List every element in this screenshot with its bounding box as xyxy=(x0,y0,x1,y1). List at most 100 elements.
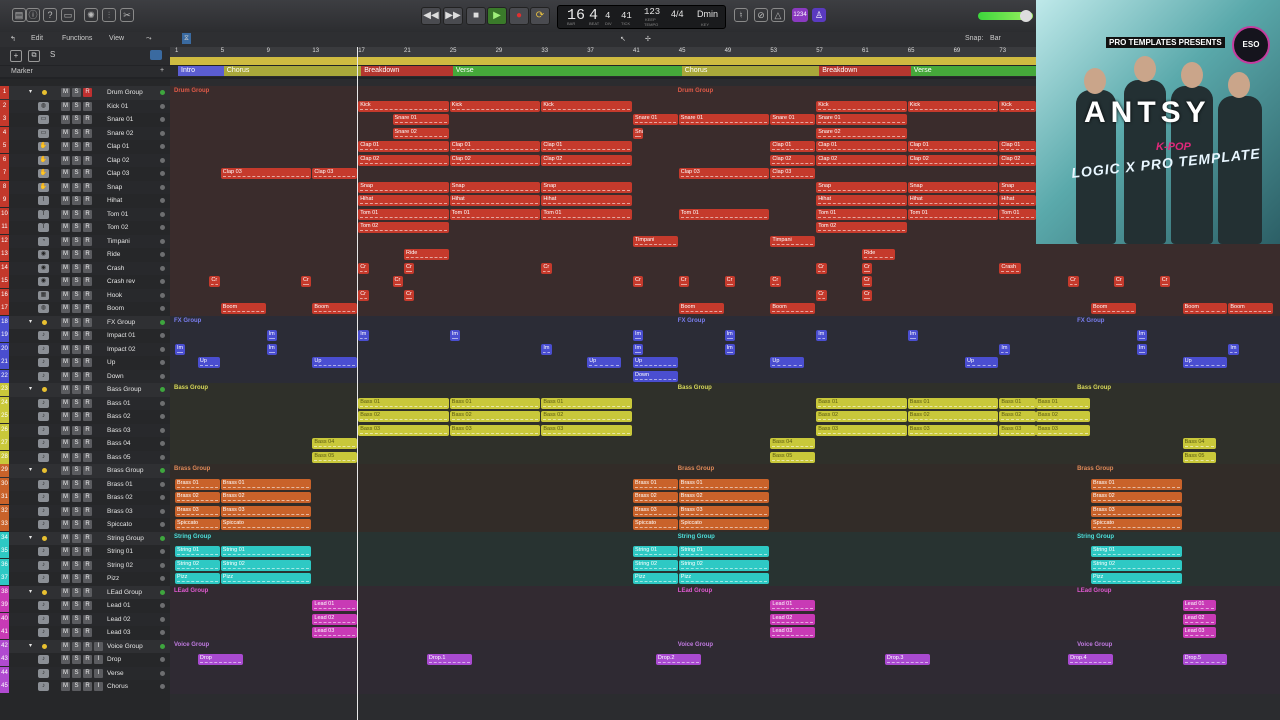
record-button[interactable]: R xyxy=(83,128,92,138)
mute-button[interactable]: M xyxy=(61,614,70,624)
region-brass03[interactable]: Brass 03 xyxy=(678,505,770,517)
track-header[interactable]: 32 ♪ M S R Brass 03 xyxy=(0,504,170,518)
track-header[interactable]: 11 T M S R Tom 02 xyxy=(0,221,170,235)
solo-button[interactable]: S xyxy=(72,250,81,259)
arrange-area[interactable]: Drum Group Drum Group FX Group FX Group Bass… xyxy=(170,79,1036,720)
solo-button[interactable]: S xyxy=(72,344,81,354)
solo-button[interactable]: S xyxy=(72,574,81,583)
editors-icon[interactable]: ✂ xyxy=(120,8,134,22)
functions-menu[interactable]: Functions xyxy=(62,35,92,42)
region-tom02[interactable]: Tom 02 xyxy=(816,222,907,233)
region-im[interactable]: Im xyxy=(633,330,644,341)
solo-button[interactable]: S xyxy=(72,614,81,624)
record-button[interactable]: R xyxy=(83,277,92,286)
solo-button[interactable]: S xyxy=(72,128,81,138)
region-tom01[interactable]: Tom 01 xyxy=(541,208,632,220)
region-hihat[interactable]: Hihat xyxy=(907,195,999,206)
region-pizz[interactable]: Pizz xyxy=(1091,573,1182,584)
solo-button[interactable]: S xyxy=(72,628,81,637)
track-header[interactable]: 5 ✋ M S R Clap 01 xyxy=(0,140,170,154)
record-button[interactable]: R xyxy=(83,263,92,273)
solo-button[interactable]: S xyxy=(72,304,81,313)
region-cr[interactable]: Cr xyxy=(724,276,736,287)
input-monitor-button[interactable]: I xyxy=(94,668,103,678)
solo-button[interactable]: S xyxy=(72,209,81,219)
region-bass01[interactable]: Bass 01 xyxy=(816,397,907,409)
track-header[interactable]: 14 ◉ M S R Crash xyxy=(0,261,170,275)
track-header[interactable]: 43 ♪ M S R I Drop xyxy=(0,653,170,667)
marker-track[interactable]: Intro Chorus Breakdown Verse Chorus Breakdown… xyxy=(170,66,1036,77)
record-button[interactable]: R xyxy=(83,290,92,300)
region-tom01[interactable]: Tom 01 xyxy=(816,208,907,220)
track-header[interactable]: 27 ♪ M S R Bass 04 xyxy=(0,437,170,451)
region-im[interactable]: Im xyxy=(1136,330,1148,341)
solo-button[interactable]: S xyxy=(72,587,81,597)
mute-button[interactable]: M xyxy=(61,304,70,313)
region-up[interactable]: Up xyxy=(633,357,678,368)
region-snap[interactable]: Snap xyxy=(999,181,1036,193)
region-bass02[interactable]: Bass 02 xyxy=(999,411,1036,422)
region-brass02[interactable]: Brass 02 xyxy=(1091,492,1182,503)
region-boom[interactable]: Boom xyxy=(678,303,724,314)
track-header[interactable]: 30 ♪ M S R Brass 01 xyxy=(0,477,170,491)
bar-ruler[interactable]: 1 5 9 13 17 21 25 29 33 37 41 45 49 53 57 61 65 69 73 xyxy=(170,47,1036,57)
track-header[interactable]: 12 ◔ M S R Timpani xyxy=(0,234,170,248)
region-snare02[interactable]: Snare 02 xyxy=(816,127,907,139)
record-button[interactable]: R xyxy=(83,385,92,394)
region-boom[interactable]: Boom xyxy=(220,303,266,314)
region-cr[interactable]: Cr xyxy=(770,276,781,287)
track-header[interactable]: 35 ♪ M S R String 01 xyxy=(0,545,170,559)
solo-button[interactable]: S xyxy=(72,182,81,192)
region-string02[interactable]: String 02 xyxy=(175,559,220,571)
input-monitor-button[interactable]: I xyxy=(94,655,103,664)
track-header[interactable]: 23 ▾ M S R Bass Group xyxy=(0,383,170,397)
region-snare01[interactable]: Snare 01 xyxy=(770,114,816,125)
region-clap02[interactable]: Clap 02 xyxy=(907,154,999,166)
mute-button[interactable]: M xyxy=(61,628,70,637)
record-button[interactable]: R xyxy=(83,560,92,570)
region-timpani[interactable]: Timpani xyxy=(770,235,816,247)
input-monitor-button[interactable]: I xyxy=(94,641,103,651)
solo-button[interactable]: S xyxy=(72,223,81,232)
record-button[interactable]: ● xyxy=(509,7,529,25)
region-spiccato[interactable]: Spiccato xyxy=(175,519,220,530)
track-header[interactable]: 38 ▾ M S R LEad Group xyxy=(0,585,170,599)
badge-button[interactable]: 1234 xyxy=(792,8,808,22)
automation-icon[interactable]: ⤳ xyxy=(146,35,152,43)
marker-breakdown[interactable]: Breakdown xyxy=(819,66,911,76)
folder-disclosure-icon[interactable]: ▾ xyxy=(29,383,32,396)
play-button[interactable]: ▶ xyxy=(487,7,507,25)
track-header[interactable]: 28 ♪ M S R Bass 05 xyxy=(0,450,170,464)
region-cr[interactable]: Cr xyxy=(404,289,415,301)
tuner-fork-icon[interactable]: ♙ xyxy=(812,8,826,22)
track-header[interactable]: 33 ♪ M S R Spiccato xyxy=(0,518,170,532)
track-header[interactable]: 18 ▾ M S R FX Group xyxy=(0,315,170,329)
region-string02[interactable]: String 02 xyxy=(220,559,312,571)
mute-button[interactable]: M xyxy=(61,371,70,381)
region-string01[interactable]: String 01 xyxy=(1091,546,1182,557)
region-snare02[interactable]: Snare 02 xyxy=(392,127,449,139)
region-bass01[interactable]: Bass 01 xyxy=(358,397,449,409)
solo-button[interactable]: S xyxy=(72,560,81,570)
track-header[interactable]: 40 ♪ M S R Lead 02 xyxy=(0,612,170,626)
track-header[interactable]: 22 ♪ M S R Down xyxy=(0,369,170,383)
region-string01[interactable]: String 01 xyxy=(678,546,770,557)
count-in-icon[interactable]: ⊘ xyxy=(754,8,768,22)
region-brass03[interactable]: Brass 03 xyxy=(220,505,312,517)
region-snare01[interactable]: Snare 01 xyxy=(678,114,770,125)
region-hihat[interactable]: Hihat xyxy=(816,195,907,206)
solo-button[interactable]: S xyxy=(72,506,81,516)
region-drop3[interactable]: Drop.3 xyxy=(884,654,930,665)
region-tom02[interactable]: Tom 02 xyxy=(358,222,449,233)
tuner-icon[interactable]: ♮ xyxy=(734,8,748,22)
add-track-icon[interactable]: + xyxy=(10,50,22,62)
track-header[interactable]: 45 ♪ M S R I Chorus xyxy=(0,680,170,694)
record-button[interactable]: R xyxy=(83,493,92,502)
region-pizz[interactable]: Pizz xyxy=(175,573,220,584)
region-cr[interactable]: Cr xyxy=(1159,276,1171,287)
catch-icon[interactable] xyxy=(150,50,162,60)
mute-button[interactable]: M xyxy=(61,344,70,354)
region-bass04[interactable]: Bass 04 xyxy=(312,438,358,449)
region-clap01[interactable]: Clap 01 xyxy=(541,141,632,152)
record-button[interactable]: R xyxy=(83,547,92,556)
